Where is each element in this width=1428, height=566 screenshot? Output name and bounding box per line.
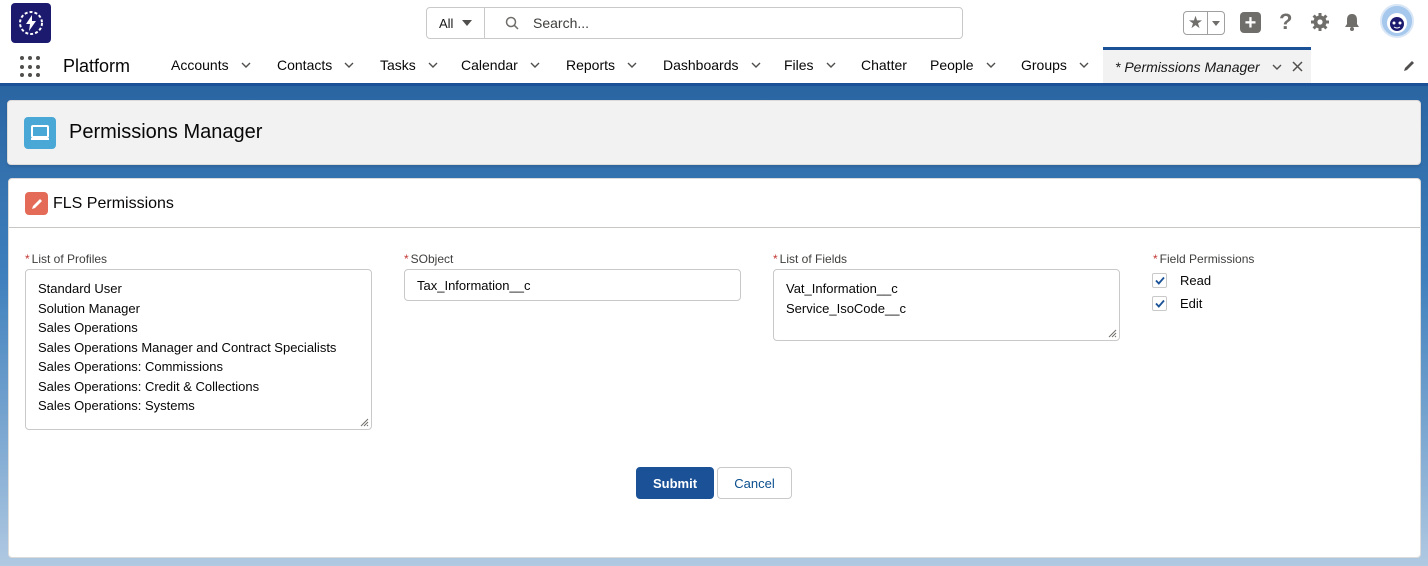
fields-textarea[interactable]: Vat_Information__c Service_IsoCode__c [773, 269, 1120, 341]
nav-item-label: Reports [566, 57, 616, 73]
app-navigation-bar: Platform Accounts Contacts Tasks Calenda… [0, 47, 1428, 86]
global-search: All [426, 7, 963, 39]
profile-line: Standard User [38, 281, 122, 296]
nav-item-people[interactable]: People [930, 47, 996, 83]
nav-item-accounts[interactable]: Accounts [171, 47, 251, 83]
chevron-down-icon[interactable] [241, 60, 251, 70]
profiles-textarea[interactable]: Standard User Solution Manager Sales Ope… [25, 269, 372, 430]
submit-button[interactable]: Submit [636, 467, 714, 499]
search-field [485, 8, 962, 38]
bell-icon[interactable] [1342, 12, 1362, 38]
nav-item-calendar[interactable]: Calendar [461, 47, 540, 83]
nav-item-groups[interactable]: Groups [1021, 47, 1089, 83]
nav-item-chatter[interactable]: Chatter [861, 47, 907, 83]
app-logo[interactable] [11, 3, 51, 43]
user-avatar[interactable] [1380, 4, 1414, 38]
required-indicator: * [773, 252, 778, 266]
search-input[interactable] [533, 15, 913, 31]
required-indicator: * [404, 252, 409, 266]
read-checkbox[interactable] [1152, 273, 1167, 288]
edit-label: Edit [1180, 296, 1203, 311]
favorites-button[interactable]: ★ [1183, 11, 1225, 35]
chevron-down-icon[interactable] [530, 60, 540, 70]
nav-item-files[interactable]: Files [784, 47, 836, 83]
sobject-label-text: SObject [410, 252, 454, 266]
profiles-label: * List of Profiles [25, 252, 107, 266]
nav-item-label: Tasks [380, 57, 416, 73]
profiles-label-text: List of Profiles [31, 252, 108, 266]
field-line: Service_IsoCode__c [786, 300, 906, 316]
profile-line: Sales Operations [38, 320, 138, 335]
field-line: Vat_Information__c [786, 281, 898, 296]
field-permissions-label: * Field Permissions [1153, 252, 1254, 266]
chevron-down-icon[interactable] [1079, 60, 1089, 70]
nav-item-tasks[interactable]: Tasks [380, 47, 438, 83]
nav-item-label: Dashboards [663, 57, 739, 73]
sobject-input[interactable]: Tax_Information__c [404, 269, 741, 301]
help-icon[interactable]: ? [1279, 9, 1292, 35]
nav-item-dashboards[interactable]: Dashboards [663, 47, 761, 83]
fields-label-text: List of Fields [779, 252, 848, 266]
close-icon[interactable] [1292, 61, 1303, 72]
nav-item-label: Chatter [861, 57, 907, 73]
nav-item-reports[interactable]: Reports [566, 47, 637, 83]
astro-avatar-icon [1382, 6, 1412, 36]
nav-item-label: People [930, 57, 974, 73]
chevron-down-icon[interactable] [344, 60, 354, 70]
chevron-down-icon[interactable] [751, 60, 761, 70]
checkmark-icon [1154, 299, 1165, 308]
chevron-down-icon[interactable] [428, 60, 438, 70]
profile-line: Solution Manager [38, 300, 140, 316]
global-header: All ★ + ? [0, 0, 1428, 47]
required-indicator: * [25, 252, 30, 266]
resize-grip-icon[interactable] [1107, 328, 1117, 338]
page-title: Permissions Manager [69, 121, 263, 143]
card-header: FLS Permissions [9, 179, 1420, 228]
profile-line: Sales Operations: Systems [38, 398, 195, 413]
gear-icon[interactable] [1310, 12, 1330, 38]
edit-pencil-icon [25, 192, 48, 215]
field-permissions-label-text: Field Permissions [1159, 252, 1255, 266]
nav-item-label: Contacts [277, 57, 333, 73]
caret-down-icon [462, 20, 473, 26]
monitor-icon [24, 117, 56, 149]
page-header: Permissions Manager [7, 100, 1421, 165]
nav-item-label: Accounts [171, 57, 229, 73]
search-icon [505, 16, 519, 30]
app-launcher-icon[interactable] [20, 56, 42, 78]
edit-checkbox[interactable] [1152, 296, 1167, 311]
chevron-down-icon[interactable] [826, 60, 836, 70]
nav-item-label: Files [784, 57, 814, 73]
cancel-button[interactable]: Cancel [717, 467, 792, 499]
nav-item-contacts[interactable]: Contacts [277, 47, 354, 83]
required-indicator: * [1153, 252, 1158, 266]
favorites-dropdown-icon[interactable] [1208, 12, 1224, 34]
nav-item-label: Calendar [461, 57, 518, 73]
edit-nav-pencil-icon[interactable] [1402, 59, 1416, 73]
checkmark-icon [1154, 276, 1165, 285]
nav-item-label: Groups [1021, 57, 1067, 73]
resize-grip-icon[interactable] [359, 417, 369, 427]
read-checkbox-row[interactable]: Read [1152, 273, 1211, 288]
fls-permissions-card: FLS Permissions * List of Profiles Standa… [8, 178, 1421, 558]
sobject-label: * SObject [404, 252, 453, 266]
read-label: Read [1180, 273, 1212, 288]
tab-label: * Permissions Manager [1115, 58, 1260, 75]
global-actions-plus-icon[interactable]: + [1240, 12, 1261, 33]
search-scope-label: All [439, 15, 454, 31]
star-icon: ★ [1184, 12, 1208, 34]
chevron-down-icon[interactable] [1272, 62, 1282, 72]
profile-line: Sales Operations Manager and Contract Sp… [38, 339, 337, 355]
fields-label: * List of Fields [773, 252, 847, 266]
edit-checkbox-row[interactable]: Edit [1152, 296, 1202, 311]
card-title: FLS Permissions [53, 195, 174, 212]
logo-bolt-icon [19, 11, 43, 35]
tab-permissions-manager[interactable]: * Permissions Manager [1103, 47, 1311, 83]
app-name: Platform [63, 56, 131, 76]
chevron-down-icon[interactable] [627, 60, 637, 70]
profile-line: Sales Operations: Commissions [38, 359, 223, 374]
search-scope-dropdown[interactable]: All [427, 8, 485, 38]
profile-line: Sales Operations: Credit & Collections [38, 378, 260, 394]
chevron-down-icon[interactable] [986, 60, 996, 70]
